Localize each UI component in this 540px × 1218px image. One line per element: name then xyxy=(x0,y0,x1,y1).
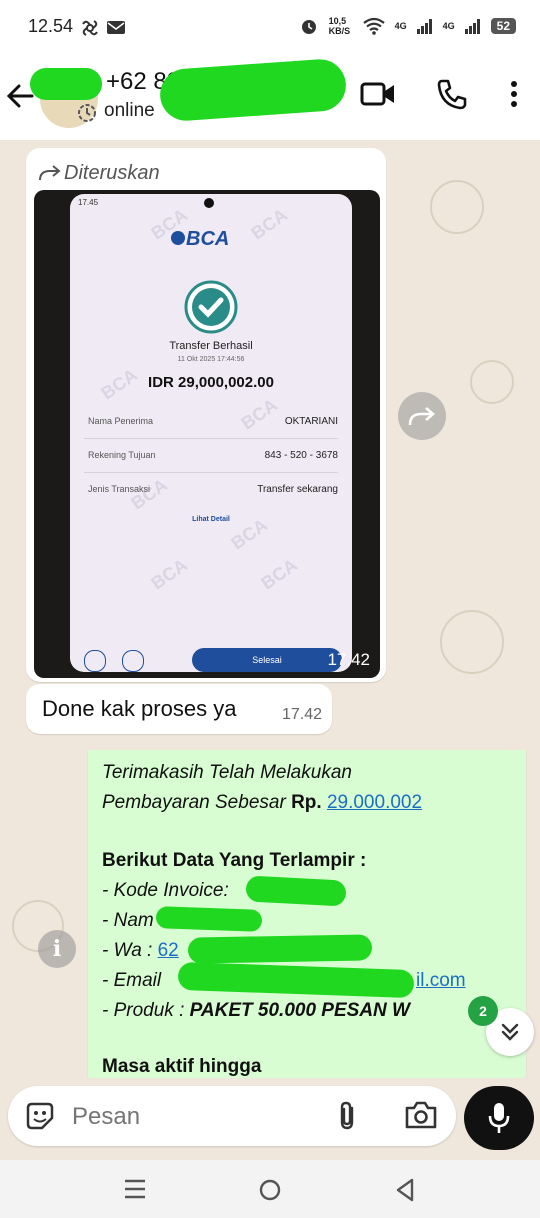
more-options-icon[interactable] xyxy=(506,80,522,110)
incoming-text-message[interactable]: Done kak proses ya 17.42 xyxy=(26,684,332,734)
message-text: Done kak proses ya xyxy=(42,696,237,721)
forwarded-label: Diteruskan xyxy=(64,162,160,184)
invoice-line: - Kode Invoice: xyxy=(102,880,229,901)
back-icon[interactable] xyxy=(394,1178,416,1202)
transfer-title: Transfer Berhasil xyxy=(169,340,253,352)
chat-area[interactable]: Diteruskan BCA BCA BCA BCA BCA BCA BCA B… xyxy=(0,140,540,1078)
wifi-icon xyxy=(362,17,385,35)
fan-icon xyxy=(82,20,98,36)
message-input-bar[interactable] xyxy=(8,1086,456,1146)
wallpaper-doodle xyxy=(470,360,514,404)
forward-button[interactable] xyxy=(398,392,446,440)
row-label: Rekening Tujuan xyxy=(88,450,156,460)
wa-line: - Wa : 62 xyxy=(102,936,179,966)
info-icon: i xyxy=(52,936,62,962)
amount-link[interactable]: 29.000.002 xyxy=(327,792,422,813)
bank-logo: BCA xyxy=(186,228,230,250)
status-right: 10,5 KB/S 4G 4G 52 xyxy=(299,16,516,36)
row-value: Transfer sekarang xyxy=(257,484,338,495)
outgoing-message[interactable]: Terimakasih Telah Melakukan Pembayaran S… xyxy=(88,750,526,1078)
signal-2-label: 4G xyxy=(442,21,455,31)
recent-apps-icon[interactable] xyxy=(124,1178,146,1200)
transfer-datetime: 11 Okt 2025 17:44:56 xyxy=(177,356,245,363)
camera-icon[interactable] xyxy=(404,1100,438,1130)
redaction-mark xyxy=(155,906,263,932)
double-chevron-down-icon xyxy=(501,1023,519,1041)
wallpaper-doodle xyxy=(430,180,484,234)
row-value: 843 - 520 - 3678 xyxy=(264,450,338,461)
message-heading: Berikut Data Yang Terlampir : xyxy=(102,850,367,871)
wallpaper-doodle xyxy=(440,610,504,674)
system-nav-bar xyxy=(0,1160,540,1218)
microphone-icon xyxy=(488,1103,510,1133)
status-time: 12.54 xyxy=(28,16,74,36)
info-button[interactable]: i xyxy=(38,930,76,968)
row-label: Nama Penerima xyxy=(88,416,154,426)
video-call-icon[interactable] xyxy=(360,80,396,108)
redaction-mark xyxy=(177,961,415,999)
detail-link: Lihat Detail xyxy=(192,516,230,523)
name-line: - Nam xyxy=(102,910,154,931)
signal-1-label: 4G xyxy=(394,21,407,31)
email-link[interactable]: il.com xyxy=(416,970,466,991)
signal-2-icon xyxy=(464,19,480,34)
message-line: Terimakasih Telah Melakukan xyxy=(102,762,352,783)
chat-header: +62 822 online xyxy=(0,56,540,140)
message-time: 17.42 xyxy=(327,650,370,669)
share-icon xyxy=(84,650,106,672)
contact-status: online xyxy=(104,100,155,121)
message-line: Pembayaran Sebesar Rp. 29.000.002 xyxy=(102,788,422,818)
message-text: Pembayaran Sebesar xyxy=(102,792,286,813)
transfer-amount: IDR 29,000,002.00 xyxy=(148,374,274,391)
row-label: Jenis Transaksi xyxy=(88,484,151,494)
success-check-icon xyxy=(184,280,238,334)
sticker-icon[interactable] xyxy=(24,1100,56,1132)
forward-icon xyxy=(408,407,435,426)
currency-label: Rp. xyxy=(291,792,322,813)
divider xyxy=(84,438,338,439)
disappearing-timer-icon xyxy=(78,104,96,122)
done-button: Selesai xyxy=(192,648,342,672)
email-link-line: il.com xyxy=(416,966,466,996)
signal-1-icon xyxy=(416,19,432,34)
message-input[interactable] xyxy=(70,1098,324,1136)
wa-link[interactable]: 62 xyxy=(158,940,179,961)
forwarded-image-message[interactable]: Diteruskan BCA BCA BCA BCA BCA BCA BCA B… xyxy=(26,148,386,682)
redaction-mark xyxy=(187,934,373,964)
product-label: - Produk : xyxy=(102,1000,190,1021)
status-bar: 12.54 10,5 KB/S 4G 4G 52 xyxy=(0,0,540,56)
download-icon xyxy=(122,650,144,672)
product-name: PAKET 50.000 PESAN W xyxy=(189,1000,410,1021)
message-time: 17.42 xyxy=(281,706,322,723)
attach-icon[interactable] xyxy=(336,1100,358,1132)
active-until-label: Masa aktif hingga xyxy=(102,1056,262,1077)
voice-message-button[interactable] xyxy=(464,1086,534,1150)
phone-time: 17.45 xyxy=(78,198,99,207)
row-value: OKTARIANI xyxy=(284,416,338,427)
camera-notch xyxy=(204,198,214,208)
home-icon[interactable] xyxy=(258,1178,282,1202)
redaction-mark xyxy=(30,68,102,100)
unread-badge: 2 xyxy=(468,996,498,1026)
forwarded-icon xyxy=(39,165,61,181)
voice-call-icon[interactable] xyxy=(436,78,468,110)
wa-label: - Wa : xyxy=(102,940,158,961)
product-line: - Produk : PAKET 50.000 PESAN W xyxy=(102,996,410,1026)
divider xyxy=(84,472,338,473)
phone-screen: BCA BCA BCA BCA BCA BCA BCA BCA BCA 17.4… xyxy=(70,194,352,672)
email-line: - Email xyxy=(102,970,162,991)
battery-icon: 52 xyxy=(490,18,516,34)
bca-emblem-icon xyxy=(171,231,185,245)
redaction-mark xyxy=(245,875,347,907)
mail-icon xyxy=(107,21,125,34)
net-speed: 10,5 KB/S xyxy=(328,16,351,36)
receipt-photo[interactable]: BCA BCA BCA BCA BCA BCA BCA BCA BCA 17.4… xyxy=(34,190,380,678)
alarm-icon xyxy=(301,20,316,34)
